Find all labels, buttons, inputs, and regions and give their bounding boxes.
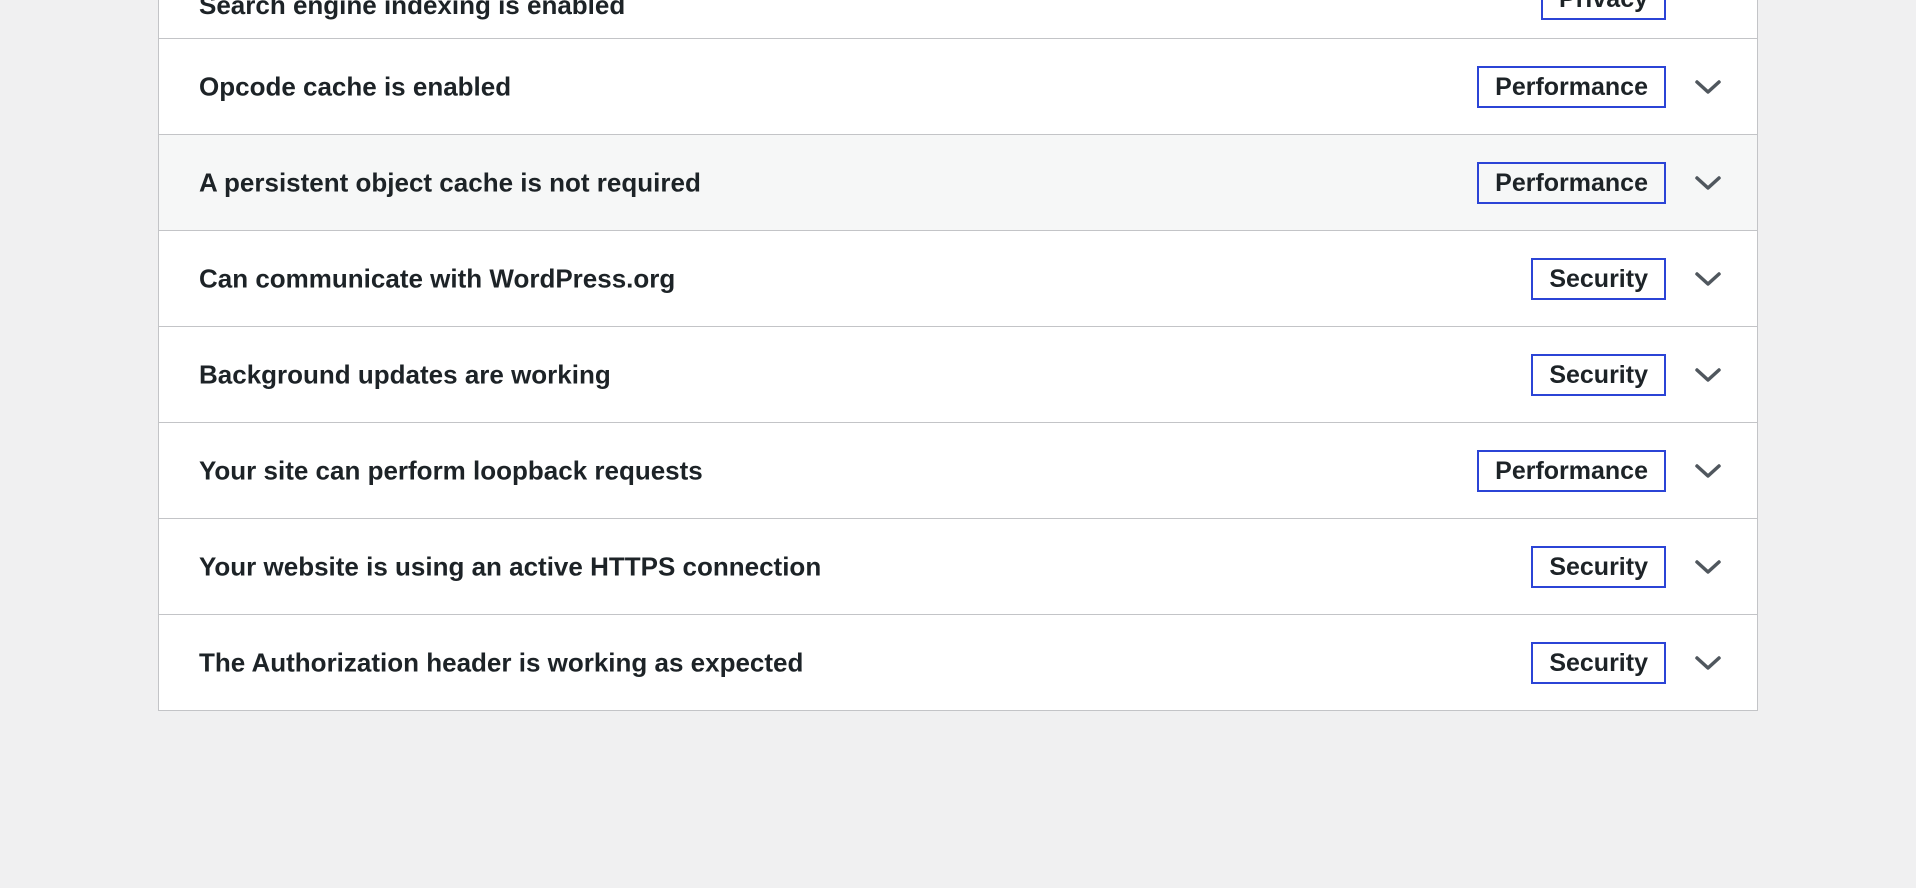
accordion-item-label: A persistent object cache is not require… xyxy=(199,167,701,197)
accordion-item-label: The Authorization header is working as e… xyxy=(199,647,804,677)
accordion-item-background-updates[interactable]: Background updates are working Security xyxy=(159,326,1757,422)
chevron-down-icon[interactable] xyxy=(1693,168,1723,198)
accordion-item-loopback-requests[interactable]: Your site can perform loopback requests … xyxy=(159,422,1757,518)
chevron-down-icon[interactable] xyxy=(1693,360,1723,390)
category-badge: Security xyxy=(1531,257,1666,300)
chevron-down-icon[interactable] xyxy=(1693,552,1723,582)
category-badge: Performance xyxy=(1477,161,1666,204)
accordion-item-label: Opcode cache is enabled xyxy=(199,71,512,101)
category-badge: Privacy xyxy=(1541,0,1666,20)
accordion-item-opcode-cache[interactable]: Opcode cache is enabled Performance xyxy=(159,38,1757,134)
accordion-item-wordpress-org-communication[interactable]: Can communicate with WordPress.org Secur… xyxy=(159,230,1757,326)
chevron-down-icon[interactable] xyxy=(1693,72,1723,102)
category-badge: Security xyxy=(1531,545,1666,588)
category-badge: Performance xyxy=(1477,65,1666,108)
chevron-down-icon[interactable] xyxy=(1693,264,1723,294)
accordion-item-https-connection[interactable]: Your website is using an active HTTPS co… xyxy=(159,518,1757,614)
chevron-down-icon[interactable] xyxy=(1693,456,1723,486)
category-badge: Performance xyxy=(1477,449,1666,492)
accordion-item-label: Background updates are working xyxy=(199,359,611,389)
accordion-item-label: Can communicate with WordPress.org xyxy=(199,263,676,293)
accordion-item-search-engine-indexing[interactable]: Search engine indexing is enabled Privac… xyxy=(159,0,1757,38)
site-health-passed-tests-accordion: Search engine indexing is enabled Privac… xyxy=(158,0,1758,711)
accordion-item-label: Your website is using an active HTTPS co… xyxy=(199,551,822,581)
accordion-item-label: Search engine indexing is enabled xyxy=(199,0,626,20)
accordion-item-authorization-header[interactable]: The Authorization header is working as e… xyxy=(159,614,1757,710)
chevron-down-icon[interactable] xyxy=(1693,648,1723,678)
accordion-item-persistent-object-cache[interactable]: A persistent object cache is not require… xyxy=(159,134,1757,230)
category-badge: Security xyxy=(1531,641,1666,684)
accordion-item-label: Your site can perform loopback requests xyxy=(199,455,703,485)
category-badge: Security xyxy=(1531,353,1666,396)
